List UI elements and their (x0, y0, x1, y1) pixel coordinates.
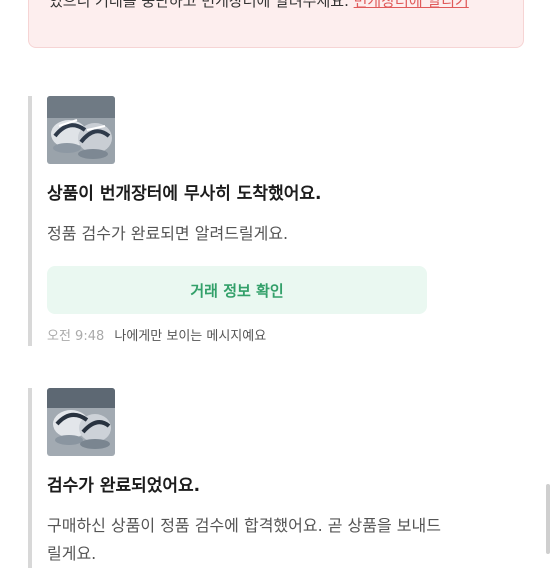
message-title: 검수가 완료되었어요. (47, 476, 201, 496)
private-message-note: 나에게만 보이는 메시지예요 (114, 329, 267, 344)
message-body: 구매하신 상품이 정품 검수에 합격했어요. 곧 상품을 보내드릴게요. (47, 516, 441, 563)
message-title: 상품이 번개장터에 무사히 도착했어요. (47, 184, 322, 204)
notice-text: 있으니 거래를 중단하고 번개장터에 알려주세요. (49, 0, 349, 10)
view-transaction-button[interactable]: 거래 정보 확인 (47, 266, 427, 314)
message-arrival: 상품이 번개장터에 무사히 도착했어요. 정품 검수가 완료되면 알려드릴게요.… (28, 96, 508, 346)
message-time: 오전 9:48 (47, 329, 105, 344)
report-link[interactable]: 번개장터에 알리기 (354, 0, 469, 10)
scrollbar[interactable] (546, 484, 550, 554)
message-inspection: 검수가 완료되었어요. 구매하신 상품이 정품 검수에 합격했어요. 곧 상품을… (28, 388, 508, 568)
message-body: 정품 검수가 완료되면 알려드릴게요. (47, 224, 289, 243)
message-meta: 오전 9:48 나에게만 보이는 메시지예요 (47, 328, 508, 346)
product-thumbnail[interactable] (47, 388, 115, 456)
warning-notice: 있으니 거래를 중단하고 번개장터에 알려주세요. 번개장터에 알리기 (28, 0, 524, 48)
product-thumbnail[interactable] (47, 96, 115, 164)
